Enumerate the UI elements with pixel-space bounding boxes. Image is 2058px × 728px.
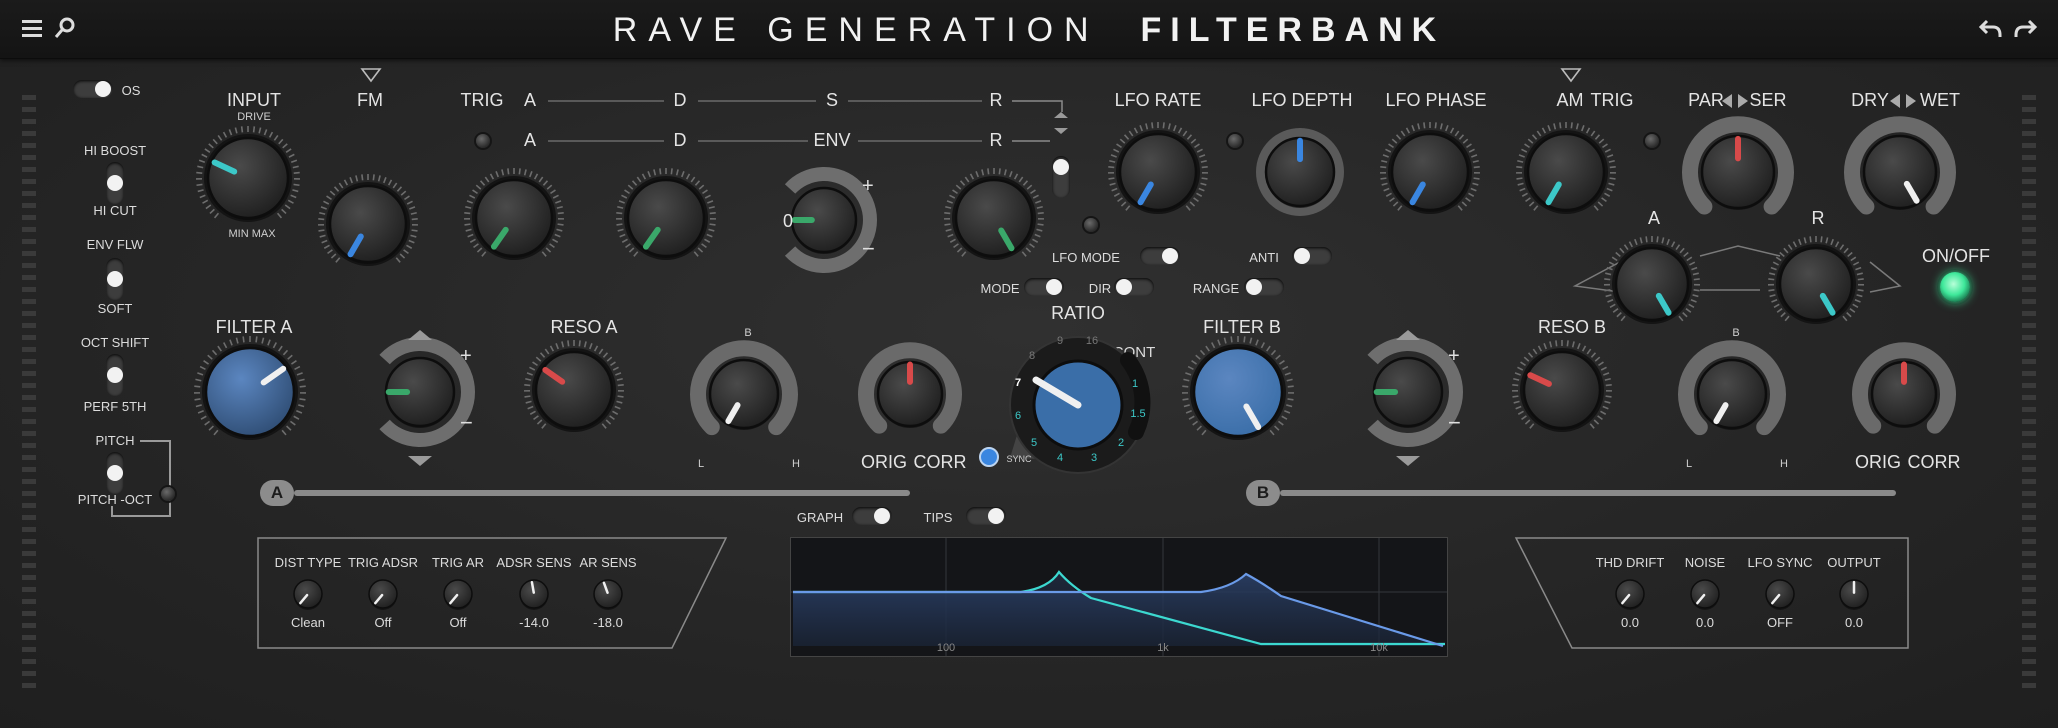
output-value: 0.0 (1844, 615, 1864, 630)
graph-tick-100: 100 (936, 642, 956, 654)
plugin-window: { "header": {"title_light": "RAVE GENERA… (0, 0, 2058, 728)
noise-value: 0.0 (1695, 615, 1715, 630)
trig-ar-value: Off (449, 615, 467, 630)
graph-tick-10k: 10k (1370, 642, 1388, 654)
adsr-sens-value: -14.0 (519, 615, 549, 630)
trig-adsr-value: Off (374, 615, 392, 630)
thd-drift-value: 0.0 (1620, 615, 1640, 630)
dist-type-value: Clean (291, 615, 325, 630)
filter-response-graph[interactable]: 100 1k 10k (790, 537, 1448, 657)
response-curves (791, 538, 1447, 656)
lfo-sync-value: OFF (1767, 615, 1793, 630)
graph-tick-1k: 1k (1157, 642, 1169, 654)
ar-sens-value: -18.0 (593, 615, 623, 630)
